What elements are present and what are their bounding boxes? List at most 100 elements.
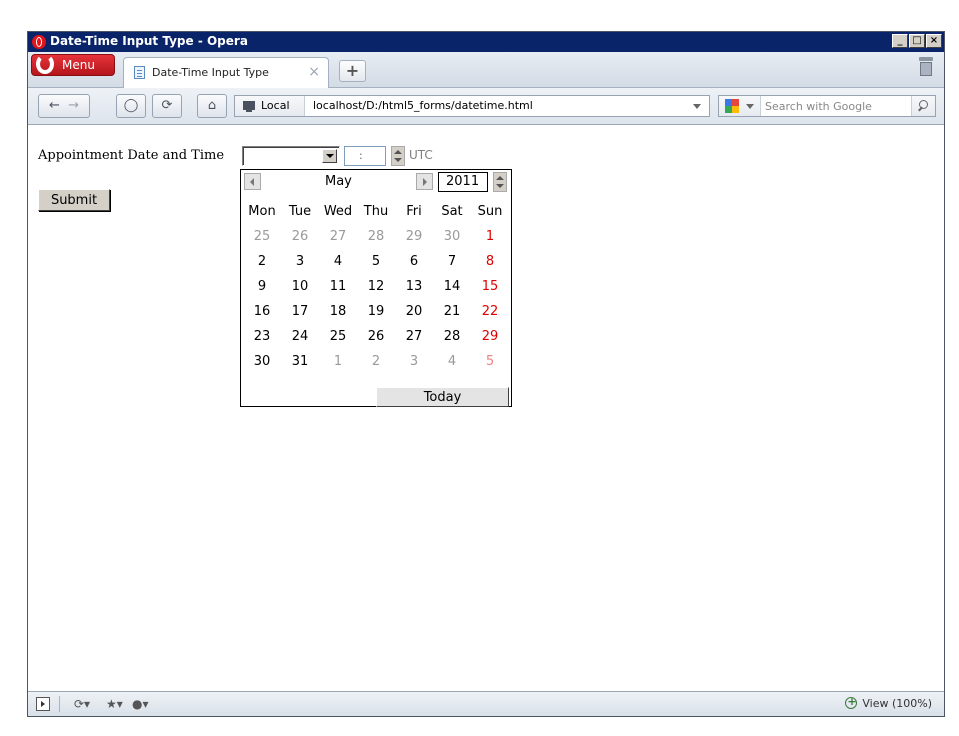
calendar-popup: May 2011 Mon Tue Wed Thu Fri Sat Sun 25 26 27 28 2… — [240, 169, 512, 407]
search-icon[interactable] — [911, 96, 935, 116]
calendar-week: 25 26 27 28 29 30 1 — [243, 224, 509, 249]
zoom-control[interactable]: View (100%) — [845, 695, 932, 710]
search-box — [718, 95, 936, 117]
calendar-day[interactable]: 9 — [243, 274, 281, 299]
calendar-day[interactable]: 11 — [319, 274, 357, 299]
opera-logo-icon — [32, 35, 46, 49]
time-spinner[interactable] — [391, 146, 405, 166]
minimize-button[interactable]: _ — [892, 34, 908, 48]
close-button[interactable]: × — [926, 34, 942, 48]
calendar-day[interactable]: 26 — [357, 324, 395, 349]
calendar-day[interactable]: 7 — [433, 249, 471, 274]
weekday-thu: Thu — [363, 204, 389, 219]
window-controls: _ □ × — [892, 34, 942, 48]
date-dropdown-button[interactable] — [322, 149, 337, 163]
calendar-day[interactable]: 10 — [281, 274, 319, 299]
page-content: Appointment Date and Time : UTC Submit M… — [28, 125, 944, 691]
opera-menu-button[interactable]: Menu — [31, 54, 115, 76]
calendar-day[interactable]: 16 — [243, 299, 281, 324]
calendar-day[interactable]: 13 — [395, 274, 433, 299]
weekday-sat: Sat — [441, 204, 463, 219]
calendar-day[interactable]: 22 — [471, 299, 509, 324]
search-engine-selector[interactable] — [719, 96, 761, 116]
calendar-day[interactable]: 29 — [471, 324, 509, 349]
google-icon — [725, 99, 739, 113]
calendar-week: 23 24 25 26 27 28 29 — [243, 324, 509, 349]
submit-button[interactable]: Submit — [38, 189, 110, 211]
calendar-day[interactable]: 19 — [357, 299, 395, 324]
calendar-grid: Mon Tue Wed Thu Fri Sat Sun 25 26 27 28 29 30 1 2 3 4 5 6… — [243, 199, 509, 374]
calendar-day[interactable]: 25 — [243, 224, 281, 249]
calendar-day[interactable]: 30 — [243, 349, 281, 374]
forward-icon[interactable]: → — [68, 98, 79, 113]
today-button[interactable]: Today — [376, 387, 509, 407]
timezone-label: UTC — [409, 148, 433, 162]
calendar-day[interactable]: 1 — [319, 349, 357, 374]
address-bar[interactable]: Local localhost/D:/html5_forms/datetime.… — [234, 95, 710, 117]
calendar-day[interactable]: 25 — [319, 324, 357, 349]
calendar-day[interactable]: 15 — [471, 274, 509, 299]
calendar-day[interactable]: 4 — [433, 349, 471, 374]
calendar-day[interactable]: 3 — [281, 249, 319, 274]
calendar-day[interactable]: 28 — [357, 224, 395, 249]
weekday-wed: Wed — [323, 204, 353, 219]
new-tab-button[interactable]: + — [339, 60, 366, 82]
calendar-day[interactable]: 8 — [471, 249, 509, 274]
maximize-button[interactable]: □ — [909, 34, 925, 48]
trash-icon[interactable] — [918, 57, 934, 77]
page-icon — [134, 66, 145, 79]
calendar-day[interactable]: 1 — [471, 224, 509, 249]
calendar-day[interactable]: 17 — [281, 299, 319, 324]
local-badge[interactable]: Local — [235, 96, 305, 116]
calendar-day[interactable]: 27 — [395, 324, 433, 349]
key-icon[interactable]: ◯ — [116, 94, 146, 118]
calendar-day[interactable]: 30 — [433, 224, 471, 249]
calendar-day[interactable]: 26 — [281, 224, 319, 249]
turbo-icon[interactable]: ●▾ — [132, 697, 149, 711]
calendar-week: 2345678 — [243, 249, 509, 274]
status-separator — [59, 696, 60, 712]
navigation-bar: ← → ◯ ⟳ ⌂ Local localhost/D:/html5_forms… — [28, 88, 944, 125]
address-dropdown-icon[interactable] — [693, 104, 701, 109]
tab-date-time-input-type[interactable]: Date-Time Input Type × — [123, 57, 329, 88]
calendar-day[interactable]: 4 — [319, 249, 357, 274]
local-label: Local — [261, 99, 290, 112]
calendar-day[interactable]: 5 — [357, 249, 395, 274]
calendar-day[interactable]: 31 — [281, 349, 319, 374]
close-tab-icon[interactable]: × — [308, 64, 320, 80]
share-icon[interactable]: ★▾ — [106, 697, 123, 711]
calendar-day[interactable]: 23 — [243, 324, 281, 349]
back-icon[interactable]: ← — [49, 98, 60, 113]
time-input[interactable]: : — [344, 146, 386, 166]
calendar-day[interactable]: 28 — [433, 324, 471, 349]
previous-month-button[interactable] — [244, 173, 261, 190]
date-input[interactable] — [242, 146, 340, 166]
sync-icon[interactable]: ⟳▾ — [74, 697, 90, 711]
calendar-day[interactable]: 2 — [243, 249, 281, 274]
next-month-button[interactable] — [416, 173, 433, 190]
calendar-year-input[interactable]: 2011 — [438, 172, 488, 192]
calendar-day[interactable]: 14 — [433, 274, 471, 299]
home-icon[interactable]: ⌂ — [197, 94, 227, 118]
address-url[interactable]: localhost/D:/html5_forms/datetime.html — [313, 96, 533, 116]
calendar-day[interactable]: 24 — [281, 324, 319, 349]
calendar-day[interactable]: 6 — [395, 249, 433, 274]
calendar-month: May — [325, 174, 352, 189]
calendar-day[interactable]: 27 — [319, 224, 357, 249]
tab-label: Date-Time Input Type — [152, 66, 269, 79]
weekday-tue: Tue — [288, 204, 312, 219]
calendar-day[interactable]: 5 — [471, 349, 509, 374]
calendar-day[interactable]: 12 — [357, 274, 395, 299]
panel-toggle-icon[interactable] — [36, 697, 50, 711]
calendar-day[interactable]: 3 — [395, 349, 433, 374]
calendar-day[interactable]: 29 — [395, 224, 433, 249]
search-input[interactable] — [765, 98, 905, 114]
search-engine-dropdown-icon — [746, 104, 754, 109]
calendar-day[interactable]: 20 — [395, 299, 433, 324]
reload-icon[interactable]: ⟳ — [152, 94, 182, 118]
year-spinner[interactable] — [493, 172, 507, 192]
calendar-day[interactable]: 21 — [433, 299, 471, 324]
window-title: Date-Time Input Type - Opera — [50, 34, 248, 48]
calendar-day[interactable]: 18 — [319, 299, 357, 324]
calendar-day[interactable]: 2 — [357, 349, 395, 374]
